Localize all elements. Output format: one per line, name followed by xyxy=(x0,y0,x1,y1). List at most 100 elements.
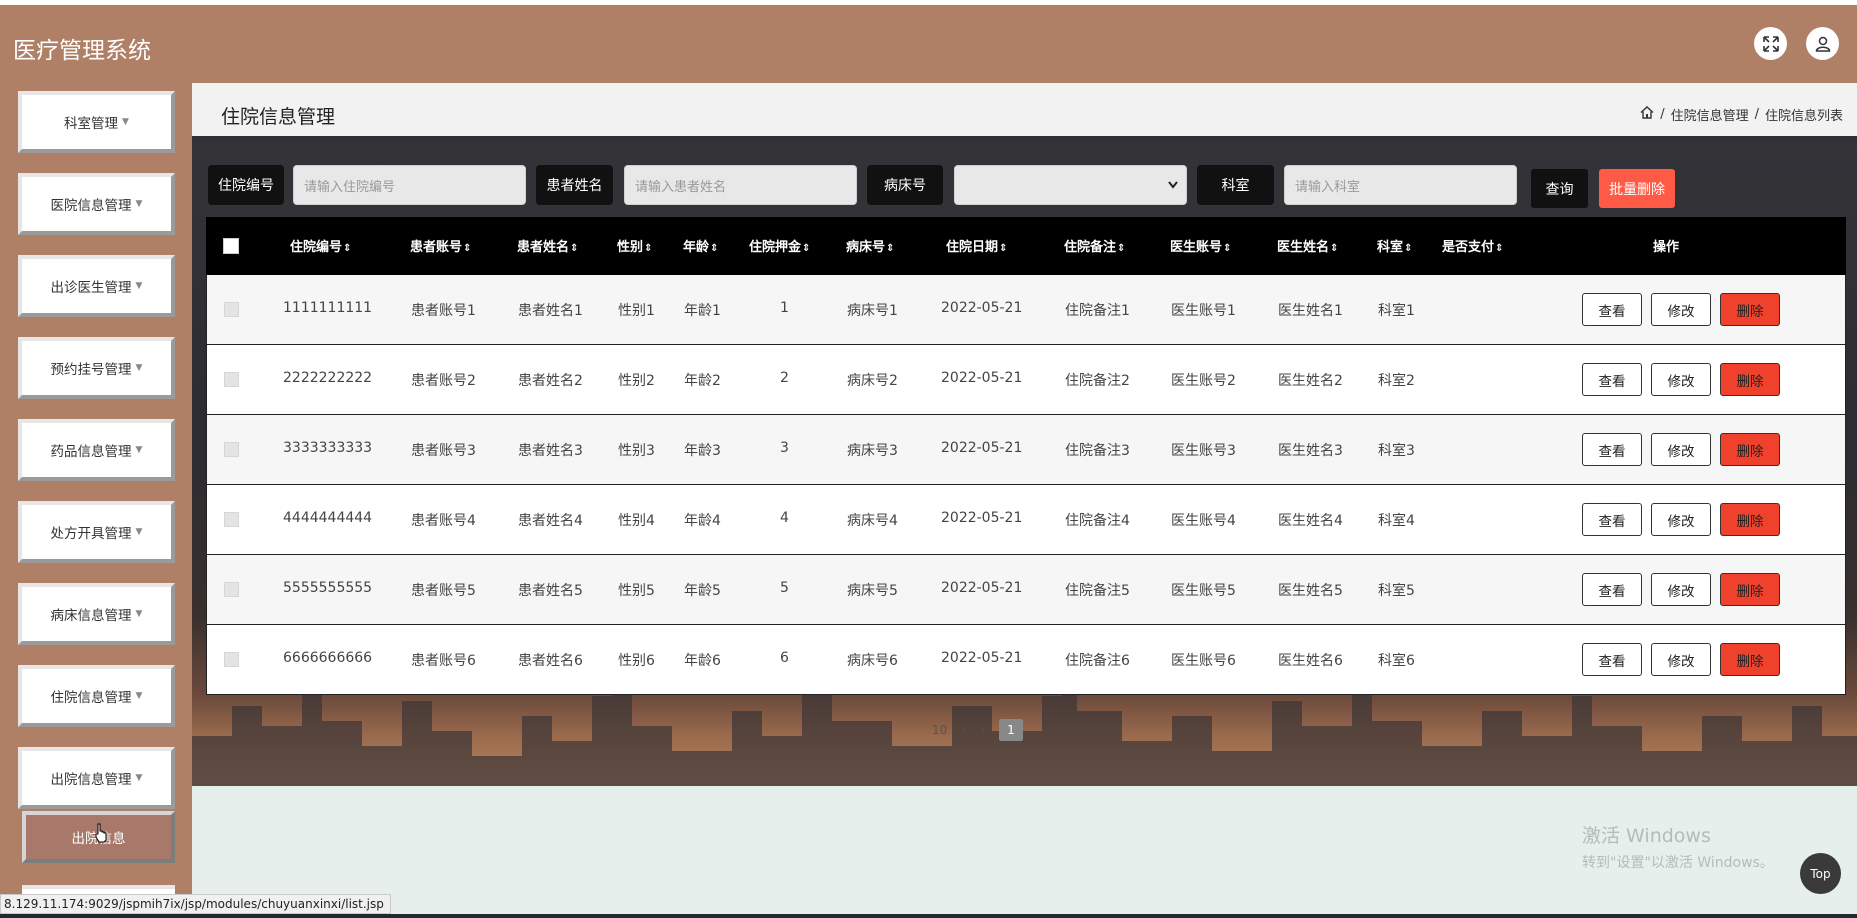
menu-item-discharge[interactable]: 出院信息管理 ▼ xyxy=(18,747,175,809)
view-button[interactable]: 查看 xyxy=(1582,433,1642,466)
sort-icon: ⇕ xyxy=(1404,243,1413,254)
edit-button[interactable]: 修改 xyxy=(1651,503,1711,536)
cell-department: 科室5 xyxy=(1378,583,1415,599)
cell-admission-date: 2022-05-21 xyxy=(941,510,1023,526)
cell-remark: 住院备注2 xyxy=(1065,373,1130,389)
delete-button[interactable]: 删除 xyxy=(1720,643,1780,676)
windows-activation-watermark: 激活 Windows 转到"设置"以激活 Windows。 xyxy=(1582,825,1774,871)
cell-doctor-name: 医生姓名6 xyxy=(1278,653,1343,669)
row-checkbox[interactable] xyxy=(224,442,239,457)
cell-age: 年龄6 xyxy=(684,653,721,669)
menu-item-appointment[interactable]: 预约挂号管理 ▼ xyxy=(18,337,175,399)
col-patient-account[interactable]: 患者账号⇕ xyxy=(410,236,471,255)
col-doctor-name[interactable]: 医生姓名⇕ xyxy=(1277,236,1338,255)
pagination: 10 ‹ › 1 xyxy=(932,719,1023,741)
caret-down-icon: ▼ xyxy=(135,691,143,701)
cell-remark: 住院备注6 xyxy=(1065,653,1130,669)
sort-icon: ⇕ xyxy=(886,243,895,254)
menu-label: 药品信息管理 xyxy=(50,444,132,460)
cell-remark: 住院备注5 xyxy=(1065,583,1130,599)
department-input[interactable]: 请输入科室 xyxy=(1284,165,1517,205)
delete-button[interactable]: 删除 xyxy=(1720,503,1780,536)
menu-item-prescription[interactable]: 处方开具管理 ▼ xyxy=(18,501,175,563)
col-paid[interactable]: 是否支付⇕ xyxy=(1442,236,1503,255)
cell-deposit: 4 xyxy=(780,510,789,526)
col-department[interactable]: 科室⇕ xyxy=(1377,236,1412,255)
row-checkbox[interactable] xyxy=(224,372,239,387)
edit-button[interactable]: 修改 xyxy=(1651,293,1711,326)
page-number[interactable]: 1 xyxy=(998,719,1023,741)
sort-icon: ⇕ xyxy=(1495,243,1504,254)
edit-button[interactable]: 修改 xyxy=(1651,363,1711,396)
home-icon[interactable] xyxy=(1640,106,1654,123)
main-area: 住院信息管理 / 住院信息管理 / 住院信息列表 住院编号 请输入住院编号 患者… xyxy=(192,83,1857,918)
select-all-checkbox[interactable] xyxy=(223,238,239,254)
delete-button[interactable]: 删除 xyxy=(1720,433,1780,466)
cell-bed-no: 病床号6 xyxy=(847,653,898,669)
bed-no-select[interactable] xyxy=(954,165,1187,205)
breadcrumb-item[interactable]: 住院信息管理 xyxy=(1671,105,1749,124)
delete-button[interactable]: 删除 xyxy=(1720,363,1780,396)
cell-doctor-name: 医生姓名3 xyxy=(1278,443,1343,459)
menu-item-department[interactable]: 科室管理 ▼ xyxy=(18,91,175,153)
patient-name-input[interactable]: 请输入患者姓名 xyxy=(624,165,857,205)
menu-item-doctor[interactable]: 出诊医生管理 ▼ xyxy=(18,255,175,317)
batch-delete-button[interactable]: 批量删除 xyxy=(1599,169,1675,208)
menu-item-inpatient[interactable]: 住院信息管理 ▼ xyxy=(18,665,175,727)
menu-item-drug[interactable]: 药品信息管理 ▼ xyxy=(18,419,175,481)
caret-down-icon: ▼ xyxy=(135,445,143,455)
view-button[interactable]: 查看 xyxy=(1582,293,1642,326)
cell-age: 年龄5 xyxy=(684,583,721,599)
menu-item-hospital-info[interactable]: 医院信息管理 ▼ xyxy=(18,173,175,235)
fullscreen-icon[interactable] xyxy=(1754,27,1787,60)
cell-admission-date: 2022-05-21 xyxy=(941,370,1023,386)
col-age[interactable]: 年龄⇕ xyxy=(683,236,718,255)
cell-admission-date: 2022-05-21 xyxy=(941,440,1023,456)
view-button[interactable]: 查看 xyxy=(1582,573,1642,606)
delete-button[interactable]: 删除 xyxy=(1720,293,1780,326)
col-remark[interactable]: 住院备注⇕ xyxy=(1064,236,1125,255)
caret-down-icon: ▼ xyxy=(135,363,143,373)
cell-department: 科室1 xyxy=(1378,303,1415,319)
back-to-top-button[interactable]: Top xyxy=(1800,853,1841,894)
col-patient-name[interactable]: 患者姓名⇕ xyxy=(517,236,578,255)
cell-doctor-name: 医生姓名4 xyxy=(1278,513,1343,529)
view-button[interactable]: 查看 xyxy=(1582,363,1642,396)
table-row: 2222222222 患者账号2 患者姓名2 性别2 年龄2 2 病床号2 20… xyxy=(206,345,1846,415)
query-button[interactable]: 查询 xyxy=(1531,169,1588,208)
col-admission-date[interactable]: 住院日期⇕ xyxy=(946,236,1007,255)
menu-item-bed[interactable]: 病床信息管理 ▼ xyxy=(18,583,175,645)
col-deposit[interactable]: 住院押金⇕ xyxy=(749,236,810,255)
search-label-bed-no: 病床号 xyxy=(867,165,943,205)
col-gender[interactable]: 性别⇕ xyxy=(617,236,652,255)
cell-patient-account: 患者账号6 xyxy=(411,653,476,669)
row-checkbox[interactable] xyxy=(224,302,239,317)
sort-icon: ⇕ xyxy=(802,243,811,254)
page-size[interactable]: 10 xyxy=(932,723,947,737)
edit-button[interactable]: 修改 xyxy=(1651,573,1711,606)
sort-icon: ⇕ xyxy=(1330,243,1339,254)
row-checkbox[interactable] xyxy=(224,652,239,667)
col-bed-no[interactable]: 病床号⇕ xyxy=(846,236,894,255)
page-header: 住院信息管理 / 住院信息管理 / 住院信息列表 xyxy=(192,83,1857,136)
row-checkbox[interactable] xyxy=(224,512,239,527)
menu-label: 科室管理 xyxy=(64,116,119,132)
cell-patient-name: 患者姓名4 xyxy=(518,513,583,529)
cell-gender: 性别5 xyxy=(618,583,655,599)
cell-doctor-name: 医生姓名5 xyxy=(1278,583,1343,599)
delete-button[interactable]: 删除 xyxy=(1720,573,1780,606)
caret-down-icon: ▼ xyxy=(135,527,143,537)
col-admission-no[interactable]: 住院编号⇕ xyxy=(290,236,351,255)
user-icon[interactable] xyxy=(1806,27,1839,60)
cell-deposit: 2 xyxy=(780,370,789,386)
next-page-icon[interactable]: › xyxy=(980,723,985,737)
row-checkbox[interactable] xyxy=(224,582,239,597)
view-button[interactable]: 查看 xyxy=(1582,643,1642,676)
admission-no-input[interactable]: 请输入住院编号 xyxy=(293,165,526,205)
col-doctor-account[interactable]: 医生账号⇕ xyxy=(1170,236,1231,255)
edit-button[interactable]: 修改 xyxy=(1651,643,1711,676)
view-button[interactable]: 查看 xyxy=(1582,503,1642,536)
edit-button[interactable]: 修改 xyxy=(1651,433,1711,466)
cell-bed-no: 病床号4 xyxy=(847,513,898,529)
prev-page-icon[interactable]: ‹ xyxy=(961,723,966,737)
